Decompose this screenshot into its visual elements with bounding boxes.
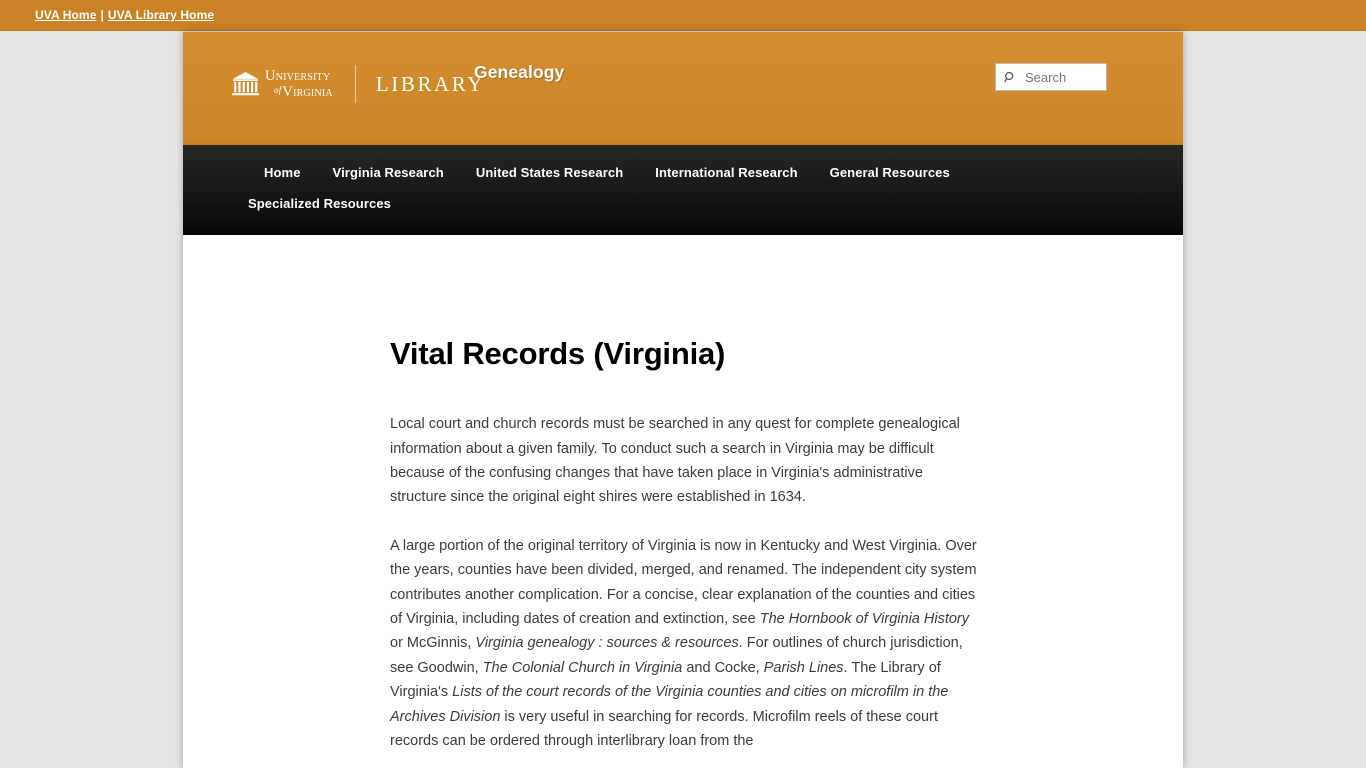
nav-item-virginia-research[interactable]: Virginia Research [317,157,460,188]
topbar-separator: | [100,8,104,22]
nav-link-virginia-research[interactable]: Virginia Research [317,157,460,188]
cited-title-colonial-church: The Colonial Church in Virginia [482,659,683,676]
nav-link-general-resources[interactable]: General Resources [814,157,966,188]
nav-item-general-resources[interactable]: General Resources [814,157,966,188]
top-utility-bar: UVA Home | UVA Library Home [0,0,1366,31]
nav-item-international-research[interactable]: International Research [639,157,813,188]
nav-list: Home Virginia Research United States Res… [183,157,973,219]
wordmark-of: of [274,84,282,95]
wordmark-line-university: University [265,68,331,84]
uva-home-link[interactable]: UVA Home [35,8,96,22]
uva-wordmark: University ofVirginia [265,69,333,99]
nav-link-united-states-research[interactable]: United States Research [460,157,639,188]
main-content: Vital Records (Virginia) Local court and… [183,235,1183,755]
rotunda-icon [232,71,259,95]
page-title: Vital Records (Virginia) [390,336,726,371]
page-container: University ofVirginia LIBRARY Genealogy … [183,32,1183,768]
brand-divider [354,65,356,103]
main-navigation: Home Virginia Research United States Res… [183,143,1183,235]
nav-item-home[interactable]: Home [232,157,317,188]
paragraph-intro: Local court and church records must be s… [390,416,960,506]
content-column: Vital Records (Virginia) Local court and… [390,335,980,753]
search-icon [1004,71,1014,82]
nav-item-united-states-research[interactable]: United States Research [460,157,639,188]
paragraph-text-d: and Cocke, [682,659,764,676]
cited-title-parish-lines: Parish Lines [763,659,844,676]
wordmark-line-virginia: ofVirginia [265,83,333,100]
cited-title-hornbook: The Hornbook of Virginia History [759,611,969,628]
nav-link-international-research[interactable]: International Research [639,157,813,188]
page-site-title: Genealogy [474,62,565,82]
nav-link-specialized-resources[interactable]: Specialized Resources [232,188,407,219]
paragraph-counties: A large portion of the original territor… [390,534,980,754]
paragraph-text-b: or McGinnis, [390,635,476,652]
nav-item-specialized-resources[interactable]: Specialized Resources [232,188,407,219]
cited-title-virginia-genealogy: Virginia genealogy : sources & resources [475,635,739,652]
uva-library-home-link[interactable]: UVA Library Home [108,8,214,22]
uva-library-logo[interactable]: University ofVirginia LIBRARY [232,65,486,103]
search-box[interactable] [995,63,1107,91]
wordmark-virginia-text: Virginia [282,83,333,100]
library-wordmark: LIBRARY [375,71,486,96]
search-input[interactable] [1023,68,1101,86]
site-header: University ofVirginia LIBRARY Genealogy [183,32,1183,143]
nav-link-home[interactable]: Home [232,157,317,188]
